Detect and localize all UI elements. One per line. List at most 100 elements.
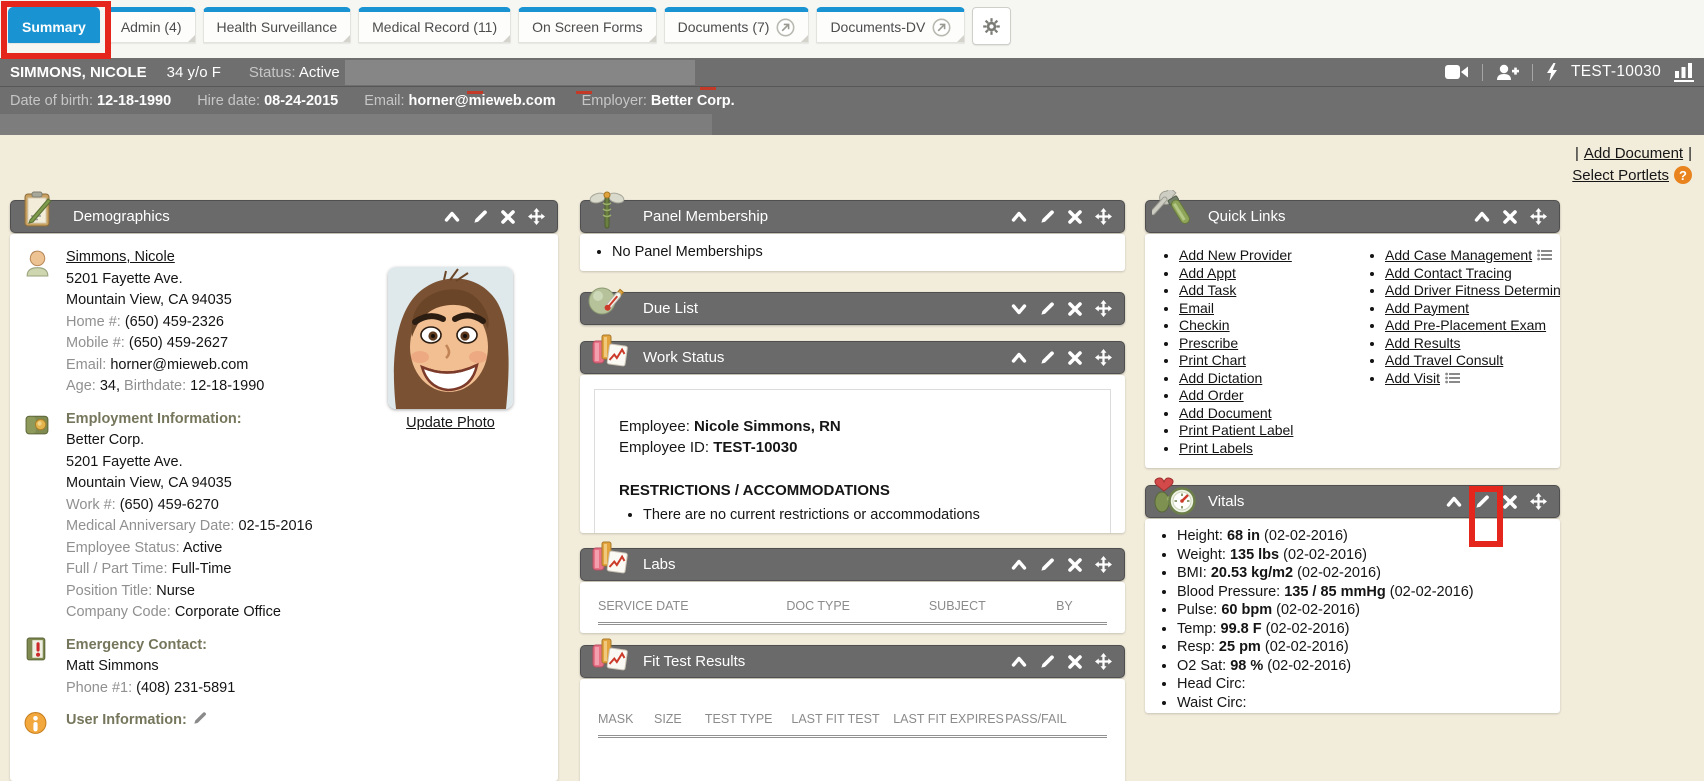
external-link-icon[interactable] <box>932 18 951 37</box>
select-portlets-link[interactable]: Select Portlets <box>1572 167 1669 184</box>
move-icon[interactable] <box>1095 556 1112 573</box>
move-icon[interactable] <box>1095 300 1112 317</box>
tab-medical-record-11[interactable]: Medical Record (11) <box>358 7 511 43</box>
move-icon[interactable] <box>1095 653 1112 670</box>
edit-pencil-icon[interactable] <box>193 711 207 725</box>
chart-settings-button[interactable] <box>972 7 1011 45</box>
tab-health-surveillance[interactable]: Health Surveillance <box>203 7 352 43</box>
tab-documents-7[interactable]: Documents (7) <box>664 7 810 43</box>
quick-link-checkin[interactable]: Checkin <box>1179 317 1230 333</box>
lightning-icon[interactable] <box>1546 63 1558 81</box>
chevron-up-icon[interactable] <box>1011 654 1027 670</box>
portlet-title: Demographics <box>73 208 170 225</box>
edit-pencil-icon[interactable] <box>1040 209 1055 224</box>
quick-link-add-contact-tracing[interactable]: Add Contact Tracing <box>1385 265 1512 281</box>
column-header-mask: MASK <box>598 712 654 726</box>
chevron-up-icon[interactable] <box>1474 209 1490 225</box>
toolbar-divider <box>1482 64 1483 81</box>
move-icon[interactable] <box>528 208 545 225</box>
chevron-up-icon[interactable] <box>1011 557 1027 573</box>
due-list-header[interactable]: Due List <box>580 292 1125 325</box>
quick-link-print-patient-label[interactable]: Print Patient Label <box>1179 422 1293 438</box>
quick-link-print-chart[interactable]: Print Chart <box>1179 352 1246 368</box>
help-icon[interactable]: ? <box>1674 166 1692 184</box>
chevron-up-icon[interactable] <box>1011 209 1027 225</box>
work-status-header[interactable]: Work Status <box>580 341 1125 374</box>
labs-header[interactable]: Labs <box>580 548 1125 581</box>
vital-resp: Resp: 25 pm (02-02-2016) <box>1177 639 1560 657</box>
list-icon[interactable] <box>1445 372 1460 384</box>
move-icon[interactable] <box>1530 208 1547 225</box>
edit-pencil-icon[interactable] <box>1475 494 1490 509</box>
list-icon[interactable] <box>1537 249 1552 261</box>
edit-pencil-icon[interactable] <box>473 209 488 224</box>
update-photo-link[interactable]: Update Photo <box>406 415 495 431</box>
patient-header-row2: Date of birth:12-18-1990Hire date:08-24-… <box>0 87 1704 114</box>
patient-photo <box>388 267 513 409</box>
tab-summary[interactable]: Summary <box>8 7 100 43</box>
chevron-up-icon[interactable] <box>1446 494 1462 510</box>
vital-value: 20.53 kg/m2 <box>1211 565 1293 581</box>
patient-name-link[interactable]: Simmons, Nicole <box>66 249 175 265</box>
video-camera-icon[interactable] <box>1445 64 1469 80</box>
quick-link-add-case-management[interactable]: Add Case Management <box>1385 247 1532 263</box>
section-heading: Emergency Contact: <box>66 635 544 657</box>
chevron-down-icon[interactable] <box>1011 301 1027 317</box>
quick-link-add-order[interactable]: Add Order <box>1179 387 1244 403</box>
flowsheet-chart-icon[interactable] <box>1674 63 1694 82</box>
quick-link-add-appt[interactable]: Add Appt <box>1179 265 1236 281</box>
redaction-mark <box>467 91 483 94</box>
quick-links-header[interactable]: Quick Links <box>1145 200 1560 233</box>
vital-head-circ: Head Circ: <box>1177 676 1560 694</box>
close-icon[interactable] <box>1503 495 1517 509</box>
quick-link-prescribe[interactable]: Prescribe <box>1179 335 1238 351</box>
chevron-up-icon[interactable] <box>444 209 460 225</box>
close-icon[interactable] <box>1068 351 1082 365</box>
quick-link-add-pre-placement-exam[interactable]: Add Pre-Placement Exam <box>1385 317 1546 333</box>
tab-on-screen-forms[interactable]: On Screen Forms <box>518 7 656 43</box>
move-icon[interactable] <box>1530 493 1547 510</box>
tab-admin-4[interactable]: Admin (4) <box>107 7 196 43</box>
vital-value: 60 bpm <box>1221 602 1272 618</box>
tab-documents-dv[interactable]: Documents-DV <box>816 7 965 43</box>
demographics-header[interactable]: Demographics <box>10 200 558 233</box>
quick-link-add-results[interactable]: Add Results <box>1385 335 1460 351</box>
panel-membership-header[interactable]: Panel Membership <box>580 200 1125 233</box>
quick-link-add-travel-consult[interactable]: Add Travel Consult <box>1385 352 1503 368</box>
close-icon[interactable] <box>1068 210 1082 224</box>
add-document-link[interactable]: Add Document <box>1584 145 1683 162</box>
quick-link-add-driver-fitness-determination[interactable]: Add Driver Fitness Determination <box>1385 282 1560 298</box>
quick-link-add-dictation[interactable]: Add Dictation <box>1179 370 1262 386</box>
close-icon[interactable] <box>1068 655 1082 669</box>
add-person-icon[interactable] <box>1496 64 1519 81</box>
quick-link-add-payment[interactable]: Add Payment <box>1385 300 1469 316</box>
external-link-icon[interactable] <box>776 18 795 37</box>
field-value: Nurse <box>156 583 195 599</box>
quick-link-email[interactable]: Email <box>1179 300 1214 316</box>
vital-date: (02-02-2016) <box>1386 584 1474 600</box>
column-header-service-date: SERVICE DATE <box>598 599 786 613</box>
edit-pencil-icon[interactable] <box>1040 350 1055 365</box>
quick-link-add-task[interactable]: Add Task <box>1179 282 1236 298</box>
section-heading: User Information: <box>66 710 544 732</box>
vitals-list: Height: 68 in (02-02-2016)Weight: 135 lb… <box>1145 528 1560 712</box>
close-icon[interactable] <box>501 210 515 224</box>
chevron-up-icon[interactable] <box>1011 350 1027 366</box>
quick-link-add-new-provider[interactable]: Add New Provider <box>1179 247 1292 263</box>
quick-link-add-visit[interactable]: Add Visit <box>1385 370 1440 386</box>
quick-link-add-document[interactable]: Add Document <box>1179 405 1272 421</box>
close-icon[interactable] <box>1068 558 1082 572</box>
quick-link-print-labels[interactable]: Print Labels <box>1179 440 1253 456</box>
edit-pencil-icon[interactable] <box>1040 301 1055 316</box>
edit-pencil-icon[interactable] <box>1040 654 1055 669</box>
close-icon[interactable] <box>1503 210 1517 224</box>
edit-pencil-icon[interactable] <box>1040 557 1055 572</box>
demo-row: Simmons, Nicole <box>66 247 544 269</box>
vitals-header[interactable]: Vitals <box>1145 485 1560 518</box>
close-icon[interactable] <box>1068 302 1082 316</box>
move-icon[interactable] <box>1095 349 1112 366</box>
portlet-title: Panel Membership <box>643 208 768 225</box>
quick-link-item: Add Driver Fitness Determination <box>1385 282 1560 300</box>
move-icon[interactable] <box>1095 208 1112 225</box>
fit-test-results-header[interactable]: Fit Test Results <box>580 645 1125 678</box>
